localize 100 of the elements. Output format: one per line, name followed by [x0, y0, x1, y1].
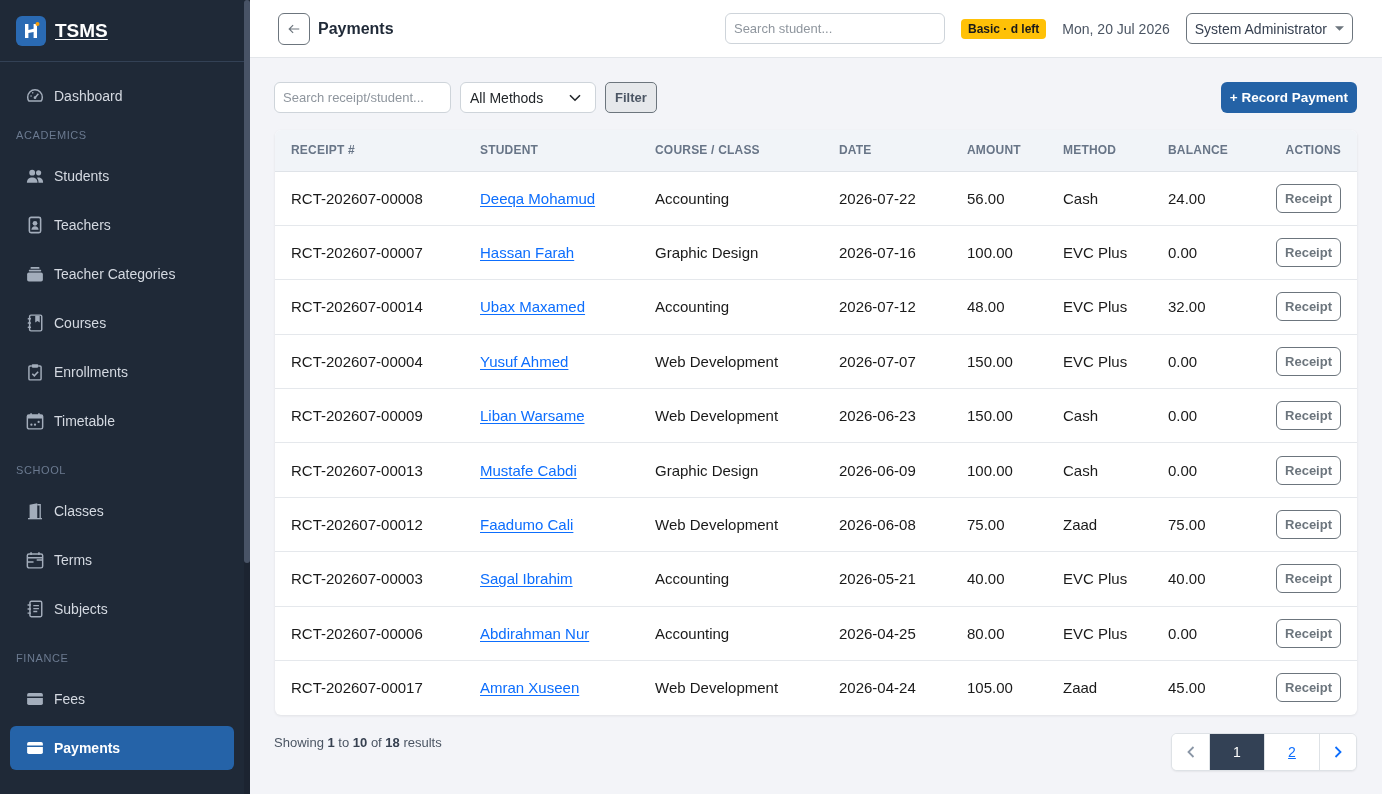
receipt-button[interactable]: Receipt — [1276, 673, 1341, 703]
table-cell: 40.00 — [967, 570, 1005, 588]
student-link[interactable]: Mustafe Cabdi — [480, 461, 577, 479]
table-cell: Graphic Design — [655, 461, 759, 479]
column-header: METHOD — [1063, 143, 1117, 158]
section-heading: FINANCE — [16, 652, 69, 665]
nav-item[interactable]: Teacher Categories — [10, 252, 234, 296]
gauge-icon — [26, 87, 44, 105]
table-cell: 75.00 — [967, 516, 1005, 534]
table-cell: EVC Plus — [1063, 624, 1128, 642]
back-button[interactable] — [278, 12, 310, 45]
search-field[interactable]: Search student... — [724, 13, 945, 44]
student-link[interactable]: Ubax Maxamed — [480, 298, 586, 316]
table-cell: 75.00 — [1168, 516, 1206, 534]
date-label: Mon, 20 Jul 2026 — [1062, 20, 1170, 37]
table-cell: RCT-202607-00013 — [291, 461, 423, 479]
column-header: COURSE / CLASS — [655, 143, 760, 158]
nav-item[interactable]: Subjects — [10, 587, 234, 631]
table-cell: RCT-202607-00008 — [291, 189, 423, 207]
nav-item[interactable]: Dashboard — [10, 74, 234, 118]
search-field[interactable]: Search receipt/student... — [274, 82, 451, 113]
student-link[interactable]: Deeqa Mohamud — [480, 189, 596, 207]
receipt-button[interactable]: Receipt — [1276, 238, 1341, 268]
student-link[interactable]: Yusuf Ahmed — [480, 352, 569, 370]
student-link[interactable]: Amran Xuseen — [480, 679, 580, 697]
table-cell: Cash — [1063, 461, 1099, 479]
student-link[interactable]: Faadumo Cali — [480, 516, 574, 534]
table-cell: 2026-06-23 — [839, 407, 916, 425]
table-cell: RCT-202607-00009 — [291, 407, 423, 425]
column-header: RECEIPT # — [291, 143, 355, 158]
table-cell: Web Development — [655, 352, 779, 370]
nav-item[interactable]: Courses — [10, 301, 234, 345]
receipt-button[interactable]: Receipt — [1276, 183, 1341, 213]
section-heading: ACADEMICS — [16, 129, 87, 142]
nav-item[interactable]: Payments — [10, 726, 234, 770]
nav-item[interactable]: Students — [10, 154, 234, 198]
table-cell: 0.00 — [1168, 624, 1198, 642]
filter-button[interactable]: Filter — [605, 82, 657, 113]
table-cell: 105.00 — [967, 679, 1013, 697]
table-cell: 2026-07-12 — [839, 298, 916, 316]
table-cell: 2026-06-08 — [839, 516, 916, 534]
nav-item[interactable]: Fees — [10, 677, 234, 721]
table-cell: 150.00 — [967, 407, 1013, 425]
receipt-button[interactable]: Receipt — [1276, 292, 1341, 322]
student-link[interactable]: Sagal Ibrahim — [480, 570, 573, 588]
next-page-button[interactable] — [1319, 733, 1356, 770]
logo-icon — [16, 15, 46, 46]
receipt-button[interactable]: Receipt — [1276, 564, 1341, 594]
table-cell: 2026-04-24 — [839, 679, 916, 697]
page-button[interactable]: 1 — [1209, 733, 1264, 770]
table-cell: 0.00 — [1168, 461, 1198, 479]
table-cell: 2026-04-25 — [839, 624, 916, 642]
page-title: Payments — [318, 19, 394, 38]
student-link[interactable]: Hassan Farah — [480, 244, 575, 262]
column-header: ACTIONS — [1285, 143, 1341, 158]
nav-item[interactable]: Enrollments — [10, 350, 234, 394]
column-header: DATE — [839, 143, 872, 158]
list-icon — [26, 600, 44, 618]
nav-item[interactable]: Timetable — [10, 399, 234, 443]
table-cell: 40.00 — [1168, 570, 1206, 588]
column-header: STUDENT — [480, 143, 539, 158]
scrollbar-thumb[interactable] — [244, 0, 250, 563]
receipt-button[interactable]: Receipt — [1276, 346, 1341, 376]
chevron-left-icon — [1186, 745, 1195, 758]
table-cell: EVC Plus — [1063, 352, 1128, 370]
calendar-icon — [26, 412, 44, 430]
nav-item[interactable]: Terms — [10, 538, 234, 582]
table-cell: 32.00 — [1168, 298, 1206, 316]
method-select[interactable]: All Methods — [460, 82, 596, 113]
chevron-down-icon — [569, 93, 581, 102]
student-link[interactable]: Abdirahman Nur — [480, 624, 590, 642]
table-cell: Accounting — [655, 189, 730, 207]
record-payment-button[interactable]: + Record Payment — [1220, 82, 1357, 113]
table-cell: RCT-202607-00014 — [291, 298, 423, 316]
nav-item[interactable]: Classes — [10, 489, 234, 533]
table-cell: RCT-202607-00012 — [291, 516, 423, 534]
table-cell: 2026-07-07 — [839, 352, 916, 370]
table-cell: 48.00 — [967, 298, 1005, 316]
brand-link[interactable]: TSMS — [55, 19, 108, 42]
table-cell: 2026-07-22 — [839, 189, 916, 207]
id-badge-icon — [26, 216, 44, 234]
student-link[interactable]: Liban Warsame — [480, 407, 585, 425]
table-cell: Zaad — [1063, 679, 1098, 697]
table-cell: Graphic Design — [655, 244, 759, 262]
nav-item[interactable]: Teachers — [10, 203, 234, 247]
notebook-icon — [26, 314, 44, 332]
page-button[interactable]: 2 — [1264, 733, 1319, 770]
table-cell: EVC Plus — [1063, 298, 1128, 316]
table-cell: Accounting — [655, 624, 730, 642]
table-cell: Cash — [1063, 407, 1099, 425]
table-cell: 2026-07-16 — [839, 244, 916, 262]
table-cell: 80.00 — [967, 624, 1005, 642]
receipt-button[interactable]: Receipt — [1276, 401, 1341, 431]
user-menu-button[interactable]: System Administrator — [1185, 13, 1353, 44]
receipt-button[interactable]: Receipt — [1276, 510, 1341, 540]
table-cell: Cash — [1063, 189, 1099, 207]
receipt-button[interactable]: Receipt — [1276, 618, 1341, 648]
table-cell: 2026-05-21 — [839, 570, 916, 588]
column-header: AMOUNT — [967, 143, 1021, 158]
receipt-button[interactable]: Receipt — [1276, 455, 1341, 485]
